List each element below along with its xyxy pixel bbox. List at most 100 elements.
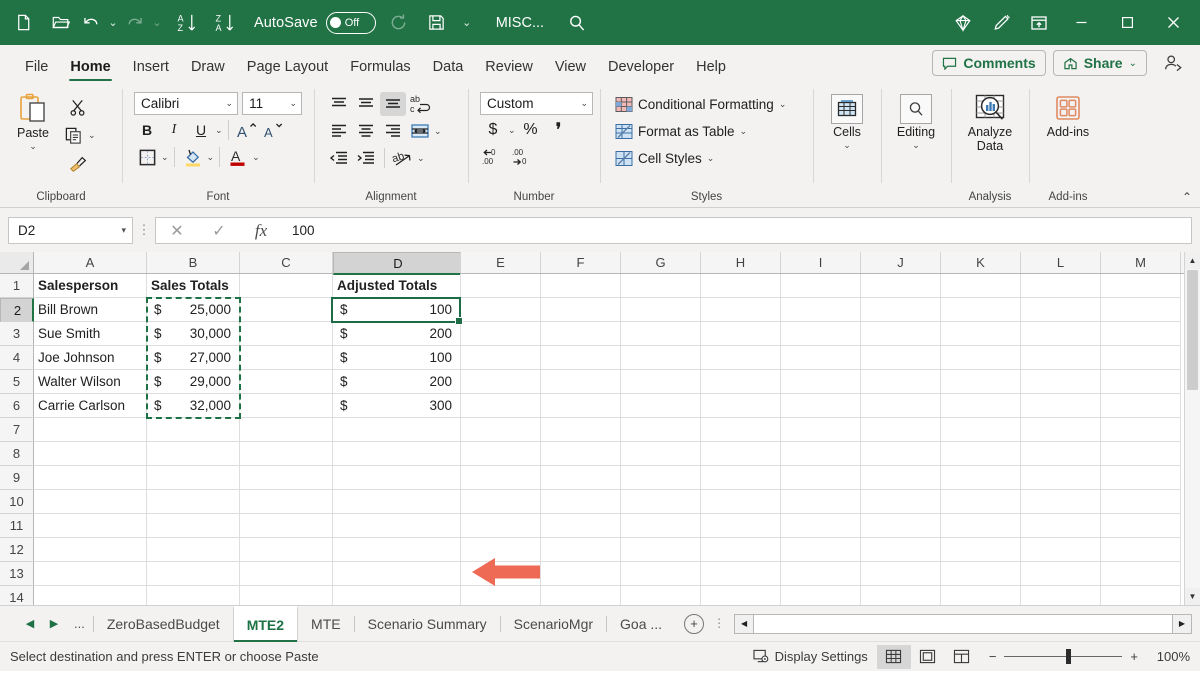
row-header-5[interactable]: 5 <box>0 370 34 394</box>
comments-button[interactable]: Comments <box>932 50 1045 76</box>
add-ins-button[interactable]: Add-ins <box>1035 89 1101 139</box>
sheet-tab-scenario-summary[interactable]: Scenario Summary <box>355 606 500 642</box>
normal-view-button[interactable] <box>877 645 911 669</box>
cell-i5[interactable] <box>781 370 861 394</box>
cell-e8[interactable] <box>461 442 541 466</box>
cell-m7[interactable] <box>1101 418 1181 442</box>
cell-k3[interactable] <box>941 322 1021 346</box>
display-settings-button[interactable]: Display Settings <box>744 644 877 670</box>
page-break-view-button[interactable] <box>945 645 979 669</box>
tab-draw[interactable]: Draw <box>180 54 236 83</box>
font-name-select[interactable]: Calibri ⌄ <box>134 92 238 115</box>
increase-indent-button[interactable] <box>353 146 379 170</box>
confirm-entry-button[interactable]: ✓ <box>198 218 240 245</box>
undo-icon[interactable] <box>80 6 102 40</box>
cell-g13[interactable] <box>621 562 701 586</box>
pen-highlighter-icon[interactable] <box>982 6 1020 40</box>
cell-m13[interactable] <box>1101 562 1181 586</box>
tab-insert[interactable]: Insert <box>122 54 180 83</box>
tab-review[interactable]: Review <box>474 54 544 83</box>
column-header-g[interactable]: G <box>621 252 701 273</box>
cell-c12[interactable] <box>240 538 333 562</box>
number-format-chevron-down-icon[interactable]: ⌄ <box>580 98 588 109</box>
align-middle-button[interactable] <box>353 92 379 116</box>
cell-i2[interactable] <box>781 298 861 322</box>
cell-e3[interactable] <box>461 322 541 346</box>
cell-j13[interactable] <box>861 562 941 586</box>
sheet-overflow-ellipsis[interactable]: ... <box>66 616 93 631</box>
cell-l13[interactable] <box>1021 562 1101 586</box>
minimize-button[interactable] <box>1058 5 1104 41</box>
analyze-data-button[interactable]: Analyze Data <box>957 89 1023 154</box>
zoom-thumb[interactable] <box>1066 649 1071 664</box>
sheet-bar-grip[interactable]: ⋮ <box>704 621 734 626</box>
zoom-out-button[interactable]: − <box>989 649 997 664</box>
sort-za-icon[interactable]: ZA <box>206 6 244 40</box>
cut-button[interactable] <box>65 95 91 119</box>
cell-k6[interactable] <box>941 394 1021 418</box>
decrease-decimal-button[interactable]: .000 <box>510 145 536 169</box>
cell-i7[interactable] <box>781 418 861 442</box>
cell-j10[interactable] <box>861 490 941 514</box>
increase-decimal-button[interactable]: 0.00 <box>480 145 506 169</box>
cell-e5[interactable] <box>461 370 541 394</box>
cell-k5[interactable] <box>941 370 1021 394</box>
cell-h2[interactable] <box>701 298 781 322</box>
cell-g2[interactable] <box>621 298 701 322</box>
increase-font-size-button[interactable]: A <box>234 118 260 142</box>
cell-j9[interactable] <box>861 466 941 490</box>
cell-a3[interactable]: Sue Smith <box>34 322 147 346</box>
column-header-e[interactable]: E <box>461 252 541 273</box>
cell-j14[interactable] <box>861 586 941 605</box>
tab-file[interactable]: File <box>14 54 59 83</box>
decrease-font-size-button[interactable]: A <box>261 118 287 142</box>
tab-help[interactable]: Help <box>685 54 737 83</box>
cell-j5[interactable] <box>861 370 941 394</box>
cell-a8[interactable] <box>34 442 147 466</box>
font-size-select[interactable]: 11 ⌄ <box>242 92 302 115</box>
select-all-button[interactable] <box>0 252 34 273</box>
cell-d1[interactable]: Adjusted Totals <box>333 274 461 298</box>
cell-e13[interactable] <box>461 562 541 586</box>
cell-m1[interactable] <box>1101 274 1181 298</box>
cell-c8[interactable] <box>240 442 333 466</box>
cell-f7[interactable] <box>541 418 621 442</box>
cell-l1[interactable] <box>1021 274 1101 298</box>
cell-f6[interactable] <box>541 394 621 418</box>
cell-a6[interactable]: Carrie Carlson <box>34 394 147 418</box>
cell-l8[interactable] <box>1021 442 1101 466</box>
cell-m8[interactable] <box>1101 442 1181 466</box>
cell-e6[interactable] <box>461 394 541 418</box>
cell-l4[interactable] <box>1021 346 1101 370</box>
percent-format-button[interactable]: % <box>518 118 544 142</box>
cell-k7[interactable] <box>941 418 1021 442</box>
underline-chevron-down-icon[interactable]: ⌄ <box>215 125 223 136</box>
conditional-formatting-chevron-down-icon[interactable]: ⌄ <box>779 99 787 110</box>
cell-b11[interactable] <box>147 514 240 538</box>
font-size-chevron-down-icon[interactable]: ⌄ <box>289 98 297 109</box>
cell-m4[interactable] <box>1101 346 1181 370</box>
zoom-in-button[interactable]: + <box>1130 649 1138 664</box>
row-header-12[interactable]: 12 <box>0 538 34 562</box>
zoom-slider[interactable]: − + <box>979 649 1148 664</box>
cell-b4[interactable]: $ 27,000 <box>147 346 240 370</box>
cell-f5[interactable] <box>541 370 621 394</box>
cell-e14[interactable] <box>461 586 541 605</box>
cell-f1[interactable] <box>541 274 621 298</box>
cell-c14[interactable] <box>240 586 333 605</box>
cell-h7[interactable] <box>701 418 781 442</box>
refresh-icon[interactable] <box>380 6 418 40</box>
cell-j8[interactable] <box>861 442 941 466</box>
fill-color-button[interactable] <box>180 145 206 169</box>
cell-b3[interactable]: $ 30,000 <box>147 322 240 346</box>
cell-m11[interactable] <box>1101 514 1181 538</box>
share-person-icon[interactable] <box>1154 46 1192 80</box>
cell-k12[interactable] <box>941 538 1021 562</box>
cell-h11[interactable] <box>701 514 781 538</box>
cell-a14[interactable] <box>34 586 147 605</box>
diamond-icon[interactable] <box>944 6 982 40</box>
cell-e1[interactable] <box>461 274 541 298</box>
open-folder-icon[interactable] <box>42 6 80 40</box>
cell-k8[interactable] <box>941 442 1021 466</box>
row-header-11[interactable]: 11 <box>0 514 34 538</box>
